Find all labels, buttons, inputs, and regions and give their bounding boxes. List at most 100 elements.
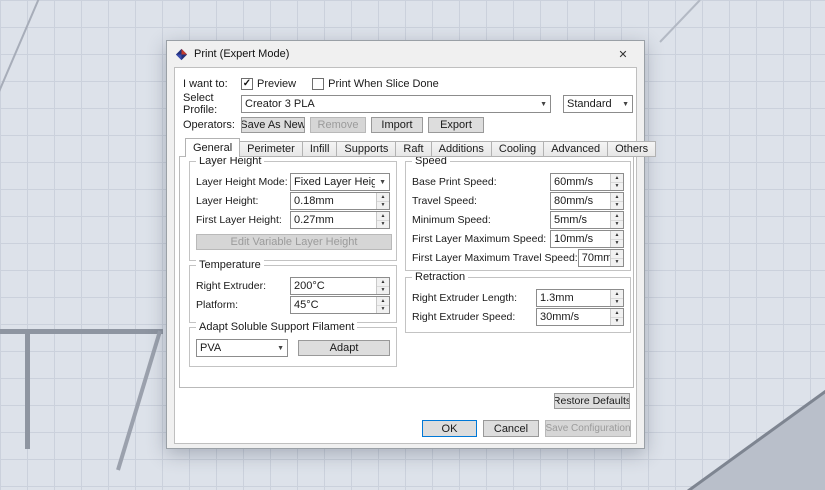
spin-down-icon[interactable]: ▼	[611, 299, 623, 307]
layer-height-value: 0.18mm	[294, 195, 334, 207]
profile-select[interactable]: Creator 3 PLA ▼	[241, 95, 551, 113]
spin-up-icon[interactable]: ▲	[377, 193, 389, 202]
spin-buttons: ▲ ▼	[376, 278, 389, 294]
dialog-content: I want to: ✓ Preview Print When Slice Do…	[174, 67, 657, 444]
dialog-title: Print (Expert Mode)	[194, 48, 290, 60]
profile-type-select[interactable]: Standard ▼	[563, 95, 633, 113]
ok-button[interactable]: OK	[422, 420, 477, 437]
chevron-down-icon: ▼	[540, 100, 547, 108]
footer-buttons: OK Cancel Save Configuration	[422, 420, 631, 437]
spin-down-icon[interactable]: ▼	[611, 240, 623, 248]
travel-speed-input[interactable]: 80mm/s ▲ ▼	[550, 192, 624, 210]
spin-up-icon[interactable]: ▲	[611, 174, 623, 183]
import-button[interactable]: Import	[371, 117, 423, 133]
spin-up-icon[interactable]: ▲	[611, 212, 623, 221]
spin-down-icon[interactable]: ▼	[611, 202, 623, 210]
spin-down-icon[interactable]: ▼	[377, 306, 389, 314]
i-want-to-label: I want to:	[183, 78, 228, 90]
tab-others[interactable]: Others	[608, 141, 657, 157]
save-configuration-button: Save Configuration	[545, 420, 631, 437]
tab-general[interactable]: General	[185, 138, 241, 157]
first-layer-height-value: 0.27mm	[294, 214, 334, 226]
right-extruder-temp-input[interactable]: 200°C ▲ ▼	[290, 277, 390, 295]
minimum-speed-input[interactable]: 5mm/s ▲ ▼	[550, 211, 624, 229]
adapt-soluble-support-group: Adapt Soluble Support Filament PVA ▼ Ada…	[189, 321, 397, 367]
spin-up-icon[interactable]: ▲	[611, 309, 623, 318]
spin-down-icon[interactable]: ▼	[377, 287, 389, 295]
right-extruder-temp-value: 200°C	[294, 280, 325, 292]
tab-infill[interactable]: Infill	[302, 141, 338, 157]
cancel-button[interactable]: Cancel	[483, 420, 539, 437]
layer-height-group: Layer Height Layer Height Mode: Fixed La…	[189, 155, 397, 261]
print-when-slice-done-checkbox[interactable]: Print When Slice Done	[312, 78, 439, 90]
dialog-titlebar[interactable]: Print (Expert Mode) ✕	[167, 41, 644, 67]
tab-perimeter[interactable]: Perimeter	[240, 141, 303, 157]
speed-group: Speed Base Print Speed: 60mm/s ▲ ▼ Trave…	[405, 155, 631, 271]
retraction-length-label: Right Extruder Length:	[412, 292, 518, 304]
spin-down-icon[interactable]: ▼	[611, 221, 623, 229]
tab-raft[interactable]: Raft	[396, 141, 432, 157]
restore-defaults-button[interactable]: Restore Defaults	[554, 393, 630, 409]
spin-up-icon[interactable]: ▲	[377, 212, 389, 221]
spin-up-icon[interactable]: ▲	[377, 278, 389, 287]
platform-temp-input[interactable]: 45°C ▲ ▼	[290, 296, 390, 314]
first-layer-max-speed-input[interactable]: 10mm/s ▲ ▼	[550, 230, 624, 248]
first-layer-max-speed-value: 10mm/s	[554, 233, 594, 245]
tab-supports[interactable]: Supports	[337, 141, 397, 157]
layer-height-mode-select[interactable]: Fixed Layer Height ▼	[290, 173, 390, 191]
chevron-down-icon: ▼	[622, 100, 629, 108]
minimum-speed-value: 5mm/s	[554, 214, 587, 226]
preview-checkbox[interactable]: ✓ Preview	[241, 78, 296, 90]
spin-buttons: ▲ ▼	[610, 231, 623, 247]
tab-additions[interactable]: Additions	[431, 141, 492, 157]
spin-buttons: ▲ ▼	[610, 250, 623, 266]
soluble-material-select[interactable]: PVA ▼	[196, 339, 288, 357]
spin-down-icon[interactable]: ▼	[611, 183, 623, 191]
base-print-speed-input[interactable]: 60mm/s ▲ ▼	[550, 173, 624, 191]
adapt-button[interactable]: Adapt	[298, 340, 390, 356]
spin-up-icon[interactable]: ▲	[377, 297, 389, 306]
profile-type-value: Standard	[567, 98, 612, 110]
profile-value: Creator 3 PLA	[245, 98, 315, 110]
close-button[interactable]: ✕	[610, 41, 636, 67]
spin-up-icon[interactable]: ▲	[611, 250, 623, 259]
spin-buttons: ▲ ▼	[610, 290, 623, 306]
spin-up-icon[interactable]: ▲	[611, 231, 623, 240]
retraction-speed-input[interactable]: 30mm/s ▲ ▼	[536, 308, 624, 326]
first-layer-height-input[interactable]: 0.27mm ▲ ▼	[290, 211, 390, 229]
spin-buttons: ▲ ▼	[610, 212, 623, 228]
build-plate-edge	[0, 329, 163, 334]
base-print-speed-value: 60mm/s	[554, 176, 594, 188]
spin-down-icon[interactable]: ▼	[611, 318, 623, 326]
print-dialog: Print (Expert Mode) ✕ I want to: ✓ Previ…	[166, 40, 657, 449]
first-layer-max-travel-speed-input[interactable]: 70mm/s ▲ ▼	[577, 249, 624, 267]
retraction-speed-label: Right Extruder Speed:	[412, 311, 516, 323]
checkbox-box: ✓	[241, 78, 253, 90]
export-button[interactable]: Export	[428, 117, 484, 133]
checkbox-box	[312, 78, 325, 90]
tab-cooling[interactable]: Cooling	[491, 141, 545, 157]
adapt-legend: Adapt Soluble Support Filament	[196, 321, 358, 333]
soluble-material-value: PVA	[200, 342, 222, 354]
spin-down-icon[interactable]: ▼	[611, 259, 623, 267]
select-profile-row: Select Profile: Creator 3 PLA ▼ Standard…	[183, 92, 633, 116]
save-as-new-button[interactable]: Save As New	[241, 117, 305, 133]
spin-down-icon[interactable]: ▼	[377, 221, 389, 229]
spin-up-icon[interactable]: ▲	[611, 193, 623, 202]
tab-advanced[interactable]: Advanced	[544, 141, 609, 157]
retraction-length-input[interactable]: 1.3mm ▲ ▼	[536, 289, 624, 307]
first-layer-max-speed-label: First Layer Maximum Speed:	[412, 233, 547, 245]
first-layer-height-label: First Layer Height:	[196, 214, 282, 226]
travel-speed-label: Travel Speed:	[412, 195, 477, 207]
minimum-speed-label: Minimum Speed:	[412, 214, 491, 226]
spin-down-icon[interactable]: ▼	[377, 202, 389, 210]
retraction-legend: Retraction	[412, 271, 469, 283]
spin-up-icon[interactable]: ▲	[611, 290, 623, 299]
operators-label: Operators:	[183, 119, 235, 131]
operators-row: Operators: Save As New Remove Import Exp…	[183, 116, 489, 134]
build-plate-edge	[25, 329, 30, 449]
retraction-speed-value: 30mm/s	[540, 311, 580, 323]
layer-height-input[interactable]: 0.18mm ▲ ▼	[290, 192, 390, 210]
temperature-group: Temperature Right Extruder: 200°C ▲ ▼ Pl…	[189, 259, 397, 323]
travel-speed-value: 80mm/s	[554, 195, 594, 207]
